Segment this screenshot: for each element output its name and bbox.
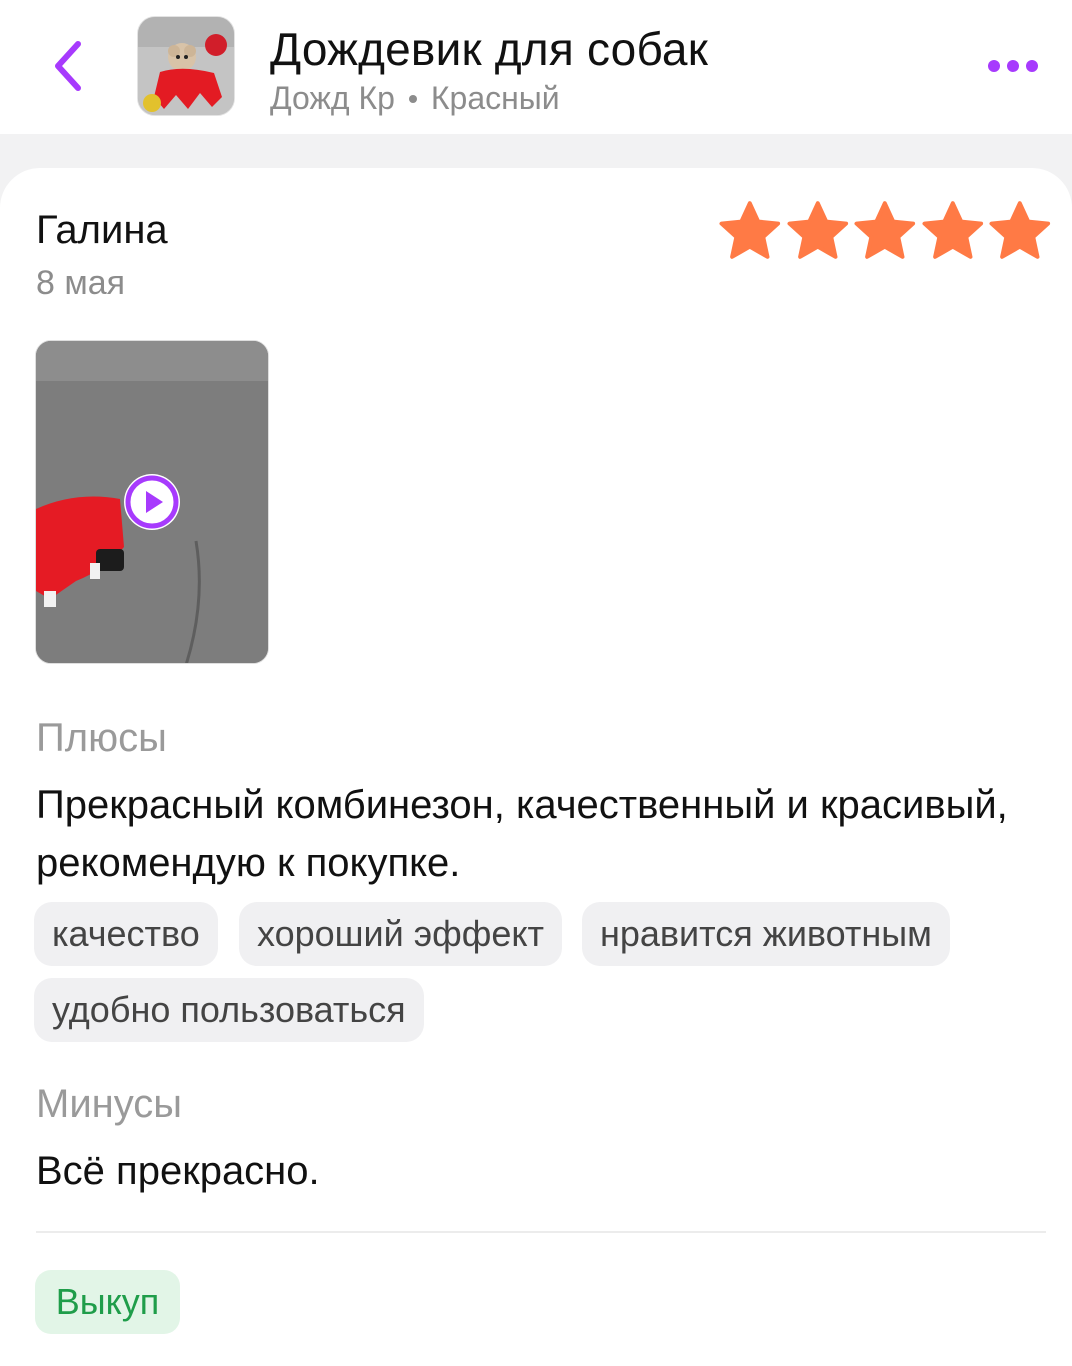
product-title: Дождевик для собак: [270, 23, 709, 75]
star-icon: [922, 201, 983, 259]
tag-chip[interactable]: хороший эффект: [239, 902, 563, 966]
product-variant: Дожд Кр Красный: [270, 80, 560, 117]
play-button[interactable]: [124, 474, 180, 530]
product-image: [138, 17, 234, 115]
more-dot: [988, 60, 1000, 72]
header-bar: Дождевик для собак Дожд Кр Красный: [0, 0, 1072, 134]
star-icon: [719, 201, 781, 259]
more-dot: [1026, 60, 1038, 72]
more-dot: [1007, 60, 1019, 72]
cons-label: Минусы: [36, 1082, 183, 1126]
play-icon: [125, 475, 179, 529]
star-icon: [989, 201, 1051, 259]
separator-dot: [408, 94, 417, 103]
pros-text: Прекрасный комбинезон, качественный и кр…: [36, 783, 1008, 885]
more-button[interactable]: [978, 44, 1048, 88]
rating-stars: [718, 200, 1052, 262]
cons-text: Всё прекрасно.: [36, 1149, 320, 1193]
pros-label: Плюсы: [36, 716, 167, 760]
variant-name: Дожд Кр: [270, 80, 395, 116]
review-date: 8 мая: [36, 264, 126, 302]
tag-chip[interactable]: нравится животным: [582, 902, 950, 966]
tag-chip[interactable]: удобно пользоваться: [34, 978, 424, 1042]
star-icon: [854, 201, 916, 259]
chevron-left-icon: [55, 41, 81, 91]
divider: [36, 1231, 1046, 1233]
star-icon: [787, 201, 848, 259]
product-thumbnail[interactable]: [137, 16, 235, 116]
variant-color: Красный: [430, 80, 560, 116]
tag-chip[interactable]: качество: [34, 902, 218, 966]
back-button[interactable]: [40, 30, 96, 102]
review-author: Галина: [36, 208, 168, 252]
purchase-badge: Выкуп: [35, 1270, 180, 1334]
